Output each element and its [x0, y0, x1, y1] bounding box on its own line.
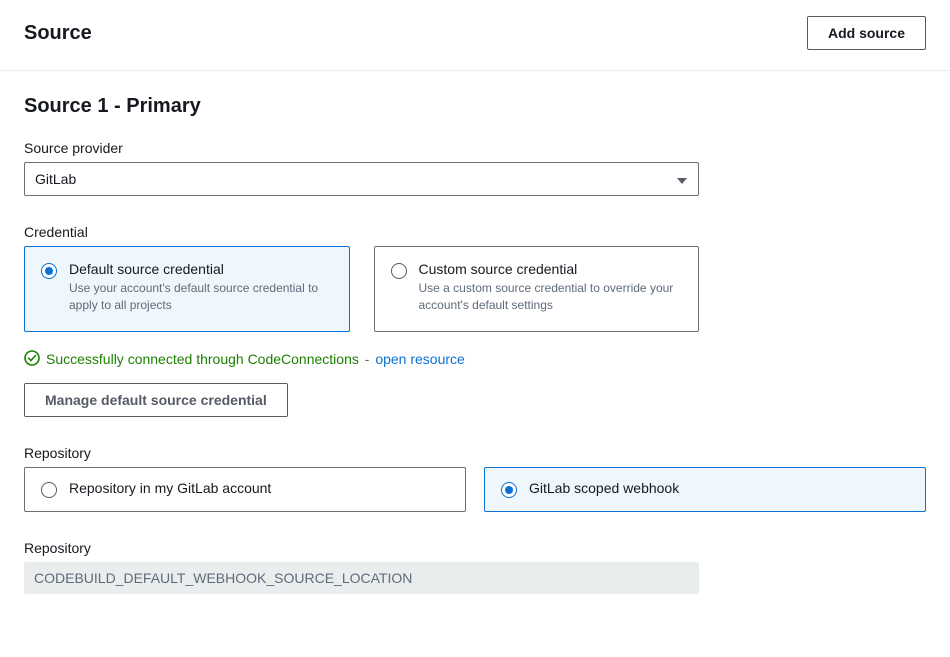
open-resource-link[interactable]: open resource: [375, 351, 465, 367]
tile-body: Custom source credential Use a custom so…: [419, 261, 683, 315]
tile-body: Default source credential Use your accou…: [69, 261, 333, 315]
credential-tiles: Default source credential Use your accou…: [24, 246, 699, 332]
page-header: Source Add source: [0, 0, 950, 71]
tile-desc: Use your account's default source creden…: [69, 280, 333, 315]
tile-desc: Use a custom source credential to overri…: [419, 280, 683, 315]
repository-type-field: Repository Repository in my GitLab accou…: [24, 445, 926, 512]
repository-type-label: Repository: [24, 445, 926, 461]
radio-icon: [501, 482, 517, 498]
add-source-button[interactable]: Add source: [807, 16, 926, 50]
radio-icon: [41, 482, 57, 498]
source-provider-select-wrap: GitLab: [24, 162, 699, 196]
source-provider-field: Source provider GitLab: [24, 140, 926, 196]
repository-value-field: Repository: [24, 540, 926, 594]
source-provider-label: Source provider: [24, 140, 926, 156]
section-title: Source 1 - Primary: [24, 95, 926, 118]
repository-option-scoped-webhook[interactable]: GitLab scoped webhook: [484, 467, 926, 512]
radio-icon: [41, 263, 57, 279]
tile-title: Default source credential: [69, 261, 333, 277]
tile-title: Repository in my GitLab account: [69, 480, 271, 496]
repository-option-account[interactable]: Repository in my GitLab account: [24, 467, 466, 512]
manage-credential-button[interactable]: Manage default source credential: [24, 383, 288, 417]
tile-title: GitLab scoped webhook: [529, 480, 679, 496]
connection-status: Successfully connected through CodeConne…: [24, 350, 926, 369]
tile-title: Custom source credential: [419, 261, 683, 277]
repository-value-label: Repository: [24, 540, 926, 556]
radio-icon: [391, 263, 407, 279]
credential-field: Credential Default source credential Use…: [24, 224, 926, 332]
check-circle-icon: [24, 350, 40, 369]
credential-option-default[interactable]: Default source credential Use your accou…: [24, 246, 350, 332]
source-provider-select[interactable]: GitLab: [24, 162, 699, 196]
status-separator: -: [365, 351, 370, 367]
content: Source 1 - Primary Source provider GitLa…: [0, 71, 950, 618]
credential-option-custom[interactable]: Custom source credential Use a custom so…: [374, 246, 700, 332]
repository-value-input[interactable]: [24, 562, 699, 594]
credential-label: Credential: [24, 224, 926, 240]
status-text: Successfully connected through CodeConne…: [46, 351, 359, 367]
repository-tiles: Repository in my GitLab account GitLab s…: [24, 467, 926, 512]
page-title: Source: [24, 22, 92, 45]
manage-credential-wrap: Manage default source credential: [24, 383, 926, 417]
